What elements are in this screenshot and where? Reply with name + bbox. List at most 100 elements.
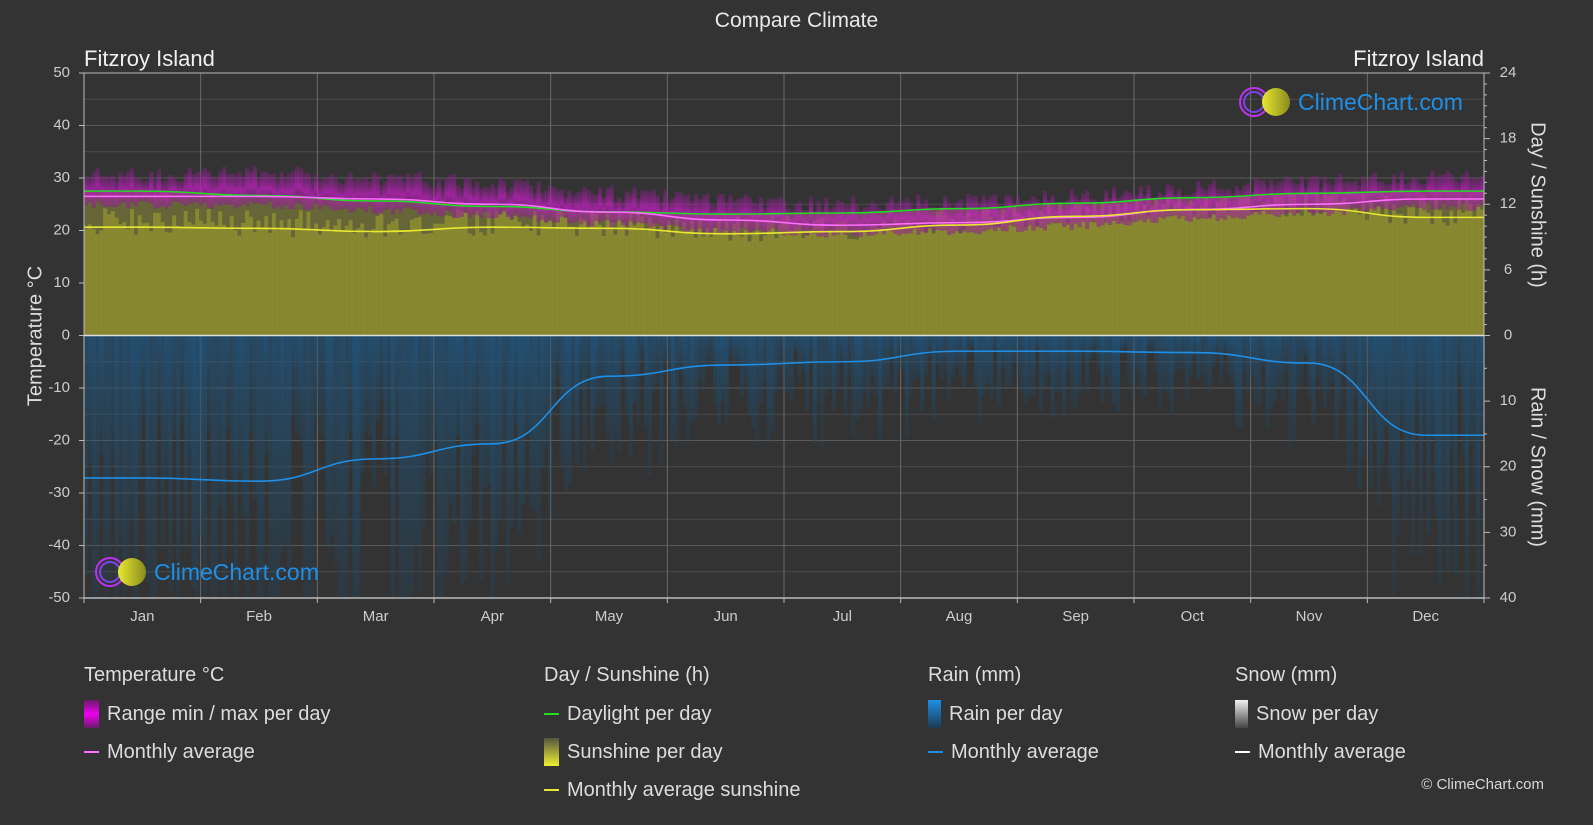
temp-range-day-bar [1407,182,1412,208]
legend-label: Monthly average sunshine [567,778,801,801]
sunshine-day-bar [628,212,633,336]
rain-day-bar [831,335,837,411]
temp-range-day-bar [755,203,760,231]
rain-day-bar [908,335,913,396]
sunshine-day-bar [214,225,219,336]
legend-title: Temperature °C [84,664,225,686]
temp-range-day-bar [1169,185,1174,217]
temp-range-day-bar [1430,170,1435,210]
rain-day-bar [743,335,748,384]
temp-range-day-bar [732,201,737,232]
rain-day-bar [1088,335,1094,359]
rain-day-bar [402,335,407,598]
rain-day-bar [789,335,794,402]
rain-day-bar [356,335,361,598]
sunshine-day-bar [502,210,507,336]
temp-range-day-bar [1157,192,1163,218]
rain-day-bar [1150,335,1155,350]
temp-range-day-bar [122,175,127,203]
temp-range-day-bar [536,181,541,223]
sunshine-day-bar [1234,207,1239,336]
rain-day-bar [682,335,687,407]
sunshine-day-bar [421,234,426,336]
temp-range-day-bar [1230,194,1235,219]
rain-day-bar [1131,335,1136,397]
rain-day-bar [521,335,526,505]
legend-title: Snow (mm) [1235,664,1338,686]
rain-day-bar [1054,335,1059,392]
temp-range-day-bar [1042,190,1048,231]
rain-day-bar [889,335,894,360]
rain-day-bar [1077,335,1082,395]
sunshine-day-bar [670,236,675,336]
sunshine-day-bar [551,228,557,336]
rain-day-bar [1104,335,1109,378]
rain-day-bar [617,335,622,454]
sunshine-day-bar [762,235,768,336]
temp-range-day-bar [1073,195,1078,224]
sunshine-day-bar [126,228,131,336]
rain-day-bar [1196,335,1201,380]
rain-day-bar [371,335,376,488]
temp-range-day-bar [1349,182,1354,209]
sunshine-day-bar [513,216,518,336]
rain-day-bar [1050,335,1055,419]
sunshine-day-bar [851,239,856,336]
sunshine-day-bar [900,225,906,336]
temp-range-day-bar [1303,186,1308,210]
temp-range-day-bar [425,183,430,213]
sunshine-day-bar [916,222,921,336]
temp-range-day-bar [1154,196,1159,224]
rain-day-bar [383,335,388,476]
sunshine-day-bar [99,230,104,336]
sunshine-day-bar [831,231,837,336]
x-tick-label: Apr [481,608,504,625]
sunshine-day-bar [122,221,127,336]
sunshine-day-bar [563,217,568,336]
temp-range-day-bar [1085,190,1090,230]
rain-day-bar [1464,335,1469,598]
sunshine-day-bar [360,223,365,336]
rain-day-bar [1391,335,1397,596]
temp-range-day-bar [252,165,257,205]
rain-day-bar [517,335,522,533]
temp-range-day-bar [1019,202,1025,232]
temp-range-day-bar [1150,197,1155,223]
temp-range-day-bar [1131,194,1136,223]
temp-range-day-bar [1054,202,1059,224]
temp-range-day-bar [1357,185,1362,209]
rain-day-bar [1342,335,1347,370]
sunshine-day-bar [548,221,553,336]
rain-day-bar [920,335,925,412]
temp-range-day-bar [383,181,388,211]
sunshine-day-bar [1376,206,1381,336]
sunshine-day-bar [482,235,488,336]
rain-day-bar [187,335,192,479]
sunshine-day-bar [782,219,787,336]
temp-range-day-bar [1322,176,1328,213]
rain-day-bar [1472,335,1477,492]
rain-day-bar [1115,335,1120,412]
rain-day-bar [847,335,852,376]
rain-day-bar [651,335,656,393]
temp-range-day-bar [337,182,342,210]
rain-day-bar [1411,335,1416,555]
temp-range-day-bar [364,177,369,213]
rain-day-bar [1257,335,1262,408]
temp-range-day-bar [168,174,173,206]
rain-day-bar [107,335,112,582]
temp-range-day-bar [1292,182,1297,216]
rain-day-bar [1468,335,1473,445]
rain-day-bar [206,335,211,430]
temp-range-day-bar [644,190,649,224]
temp-range-day-bar [329,173,334,210]
temp-range-day-bar [678,192,683,227]
rain-day-bar [291,335,296,418]
sunshine-day-bar [1261,202,1266,336]
x-tick-label: May [595,608,624,625]
rain-day-bar [751,335,756,427]
temp-range-day-bar [835,200,840,235]
sunshine-day-bar [1196,210,1201,336]
sunshine-day-bar [993,226,998,336]
sunshine-day-bar [1441,222,1446,336]
